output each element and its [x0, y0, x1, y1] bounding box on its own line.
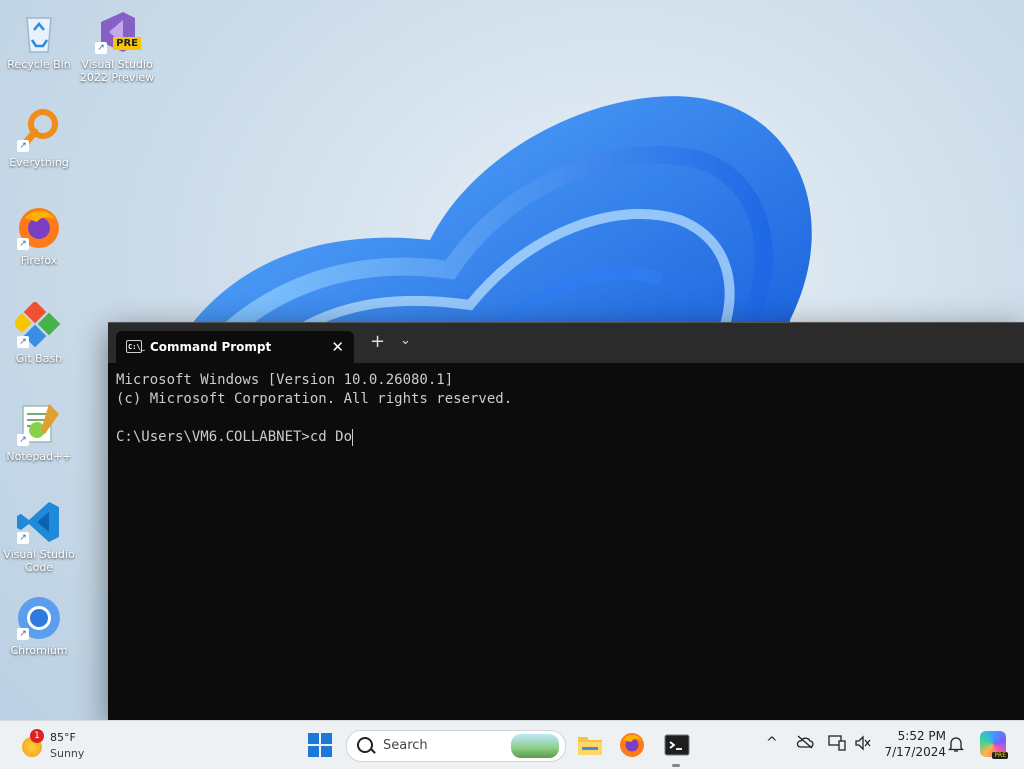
close-tab-icon[interactable]: ✕	[331, 338, 344, 356]
desktop-icon-label: Visual Studio 2022 Preview	[79, 58, 155, 84]
copilot-pre-badge: PRE	[992, 752, 1008, 759]
command-prompt-icon: C:\_	[126, 340, 145, 353]
taskbar-search-box[interactable]: Search	[346, 730, 566, 762]
desktop-icon-recycle-bin[interactable]: Recycle Bin	[0, 8, 78, 71]
tab-command-prompt[interactable]: C:\_ Command Prompt ✕	[116, 331, 354, 363]
shortcut-arrow-icon: ↗	[17, 238, 29, 250]
clock-date: 7/17/2024	[884, 745, 946, 759]
desktop-icon-label: Git Bash	[15, 352, 63, 365]
terminal-icon	[664, 734, 690, 756]
shortcut-arrow-icon: ↗	[17, 434, 29, 446]
search-highlight-illustration	[511, 734, 559, 758]
taskbar: 1 85°F Sunny Search ^ 5:52 PM 7/17/2024 …	[0, 720, 1024, 769]
console-line: Microsoft Windows [Version 10.0.26080.1]	[116, 372, 454, 388]
weather-temperature: 85°F	[50, 731, 76, 744]
desktop-icon-visual-studio-2022-preview[interactable]: PRE ↗ Visual Studio 2022 Preview	[78, 8, 156, 84]
shortcut-arrow-icon: ↗	[17, 140, 29, 152]
recycle-bin-icon	[15, 8, 63, 56]
shortcut-arrow-icon: ↗	[17, 532, 29, 544]
desktop-icon-notepad-plus-plus[interactable]: ↗ Notepad++	[0, 400, 78, 463]
pre-badge: PRE	[113, 37, 141, 50]
windows-logo-pane	[321, 733, 332, 744]
desktop-icon-label: Visual Studio Code	[3, 548, 75, 574]
new-tab-button[interactable]: +	[370, 331, 385, 352]
folder-icon	[578, 737, 602, 755]
tab-dropdown-button[interactable]: ⌄	[400, 333, 411, 348]
everything-search-icon: ↗	[15, 106, 63, 154]
search-placeholder: Search	[383, 738, 428, 753]
firefox-icon	[620, 733, 644, 757]
notification-badge: 1	[30, 729, 44, 743]
visual-studio-icon: PRE ↗	[93, 8, 141, 56]
display-icon[interactable]	[828, 735, 846, 755]
windows-logo-icon	[308, 733, 319, 744]
desktop-icon-git-bash[interactable]: ↗ Git Bash	[0, 300, 78, 365]
taskbar-file-explorer[interactable]	[576, 731, 604, 759]
git-bash-icon: ↗	[12, 300, 63, 350]
windows-logo-pane	[321, 746, 332, 757]
search-icon	[357, 737, 373, 753]
terminal-tab-bar[interactable]: C:\_ Command Prompt ✕ + ⌄	[108, 323, 1024, 363]
shortcut-arrow-icon: ↗	[17, 336, 29, 348]
firefox-icon: ↗	[15, 204, 63, 252]
onedrive-offline-icon[interactable]	[796, 735, 814, 753]
desktop-icon-label: Recycle Bin	[7, 58, 71, 71]
console-line: (c) Microsoft Corporation. All rights re…	[116, 391, 513, 407]
desktop-icon-label: Chromium	[10, 644, 68, 657]
terminal-window[interactable]: C:\_ Command Prompt ✕ + ⌄ Microsoft Wind…	[108, 322, 1024, 721]
weather-description: Sunny	[50, 747, 85, 760]
weather-widget[interactable]: 1 85°F Sunny	[18, 729, 108, 763]
desktop-icon-visual-studio-code[interactable]: ↗ Visual Studio Code	[0, 498, 78, 574]
desktop-icon-chromium[interactable]: ↗ Chromium	[0, 594, 78, 657]
vscode-icon: ↗	[15, 498, 63, 546]
desktop-icon-label: Everything	[9, 156, 69, 169]
notification-bell-icon[interactable]	[947, 735, 965, 757]
text-cursor	[352, 428, 354, 446]
console-line: C:\Users\VM6.COLLABNET>cd Do	[116, 429, 353, 445]
shortcut-arrow-icon: ↗	[17, 628, 29, 640]
console-prompt-line: C:\Users\VM6.COLLABNET>cd Do	[116, 428, 1014, 447]
taskbar-terminal[interactable]	[663, 731, 691, 759]
shortcut-arrow-icon: ↗	[95, 42, 107, 54]
notepad-plus-plus-icon: ↗	[15, 400, 63, 448]
clock-time: 5:52 PM	[897, 729, 946, 743]
copilot-icon[interactable]: PRE	[980, 731, 1008, 759]
desktop-icon-label: Firefox	[20, 254, 58, 267]
taskbar-firefox[interactable]	[618, 731, 646, 759]
system-clock[interactable]: 5:52 PM 7/17/2024	[880, 728, 946, 760]
console-output[interactable]: Microsoft Windows [Version 10.0.26080.1]…	[116, 371, 1014, 447]
running-indicator	[672, 764, 680, 767]
start-button[interactable]	[308, 733, 332, 757]
desktop-icon-everything[interactable]: ↗ Everything	[0, 106, 78, 169]
windows-logo-pane	[308, 746, 319, 757]
desktop-icon-firefox[interactable]: ↗ Firefox	[0, 204, 78, 267]
chromium-icon: ↗	[15, 594, 63, 642]
volume-muted-icon[interactable]	[854, 735, 872, 755]
show-hidden-icons-chevron[interactable]: ^	[766, 735, 778, 751]
tab-title: Command Prompt	[150, 340, 272, 354]
desktop-icon-label: Notepad++	[6, 450, 72, 463]
